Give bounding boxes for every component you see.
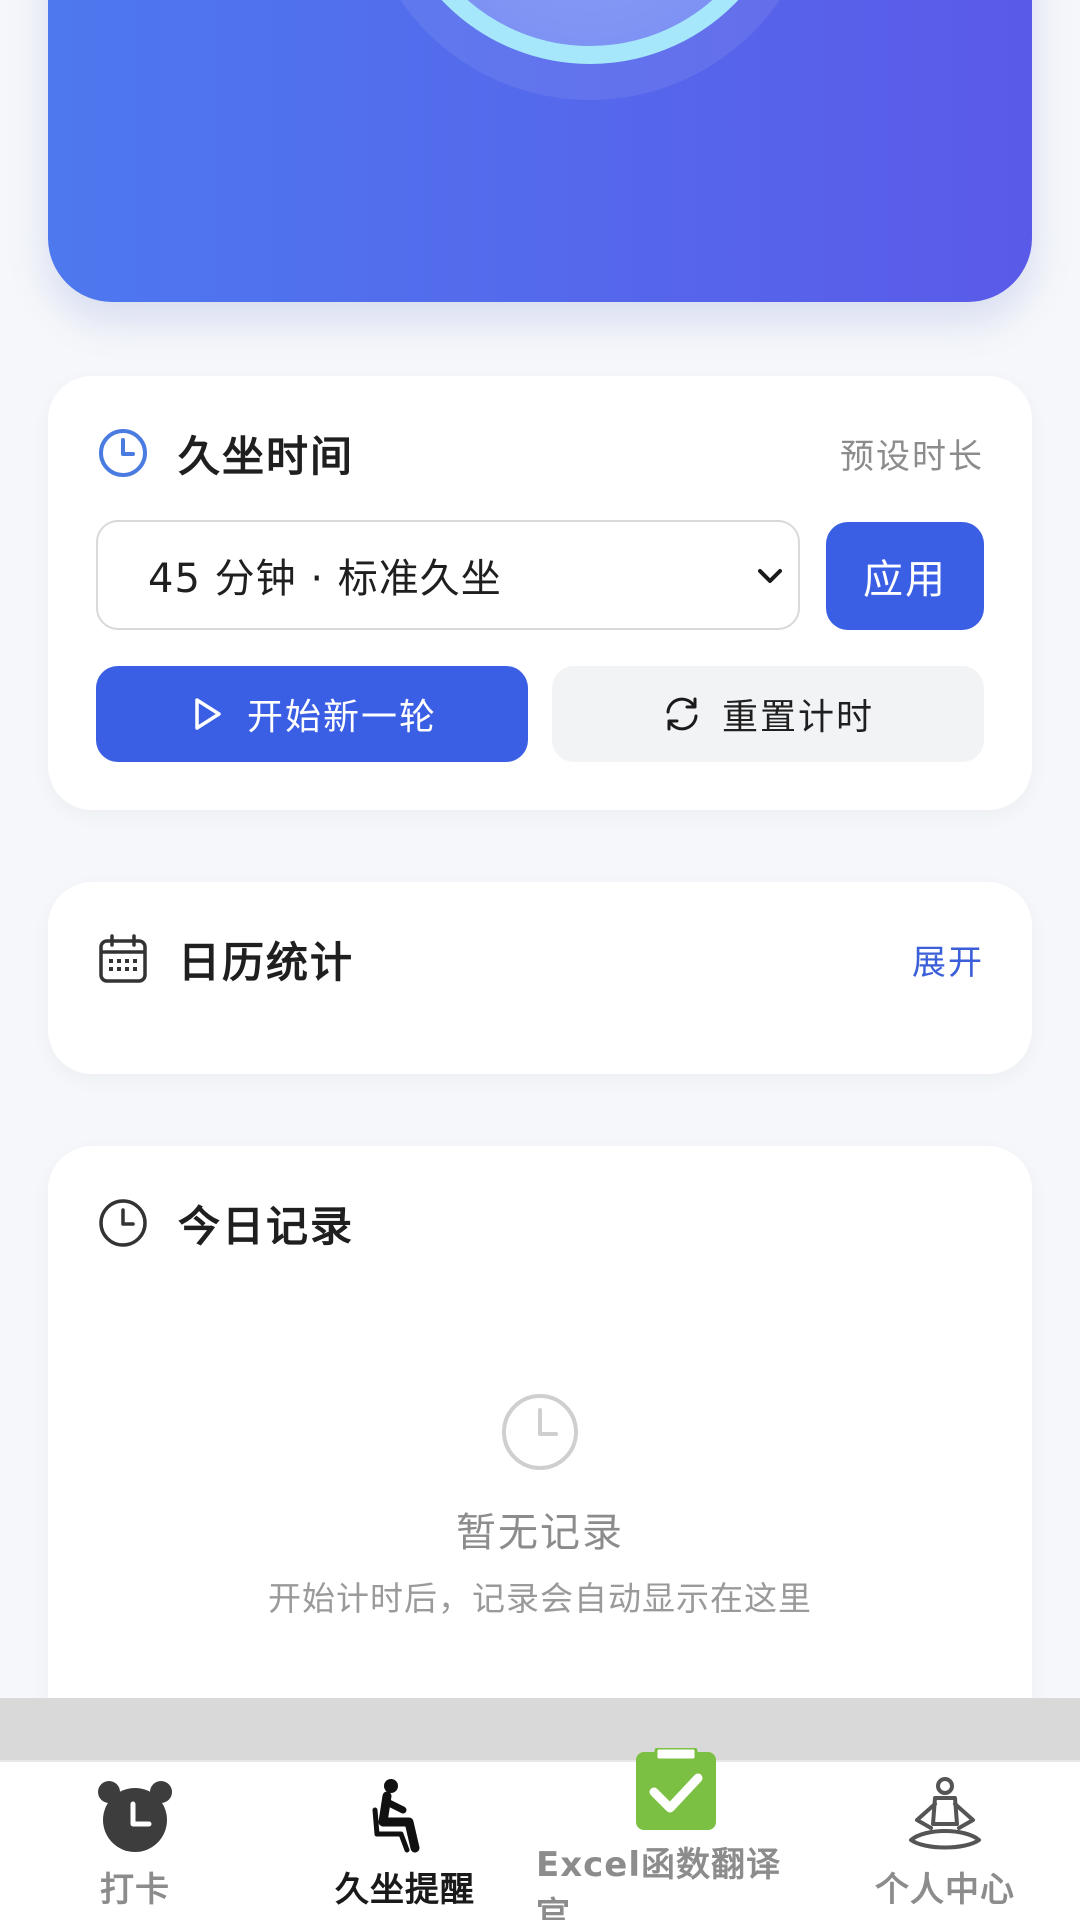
timer-hero: [48, 0, 1032, 302]
duration-select[interactable]: 45 分钟 · 标准久坐: [96, 520, 800, 630]
tab-sitting-reminder[interactable]: 久坐提醒: [300, 1762, 510, 1920]
calendar-stats-header: 日历统计 展开: [96, 932, 984, 987]
tab-profile[interactable]: 个人中心: [860, 1762, 1030, 1920]
today-records-card: 今日记录 暂无记录 开始计时后，记录会自动显示在这里: [48, 1146, 1032, 1746]
tab-sitting-reminder-label: 久坐提醒: [335, 1870, 475, 1910]
clipboard-check-icon: [636, 1748, 716, 1830]
sitting-time-card: 久坐时间 预设时长 45 分钟 · 标准久坐 应用 开始新一轮 重置计时: [48, 376, 1032, 810]
today-records-title: 今日记录: [178, 1201, 355, 1251]
tab-profile-label: 个人中心: [875, 1870, 1015, 1910]
reset-timer-button[interactable]: 重置计时: [552, 666, 984, 762]
bottom-tab-bar: 打卡 久坐提醒 Excel函数翻译官 个人中心: [0, 1748, 1080, 1920]
calendar-stats-title: 日历统计: [178, 937, 355, 987]
apply-button[interactable]: 应用: [826, 522, 984, 630]
sitting-time-header: 久坐时间 预设时长: [96, 426, 984, 481]
chevron-down-icon: [758, 569, 782, 583]
tab-excel-translator[interactable]: Excel函数翻译官: [536, 1748, 816, 1920]
preset-duration-label: 预设时长: [840, 436, 984, 477]
play-icon: [195, 698, 221, 730]
page: 久坐时间 预设时长 45 分钟 · 标准久坐 应用 开始新一轮 重置计时 日历统…: [0, 0, 1080, 1920]
today-records-header: 今日记录: [96, 1196, 984, 1251]
sitting-person-icon: [372, 1779, 420, 1853]
refresh-icon: [666, 697, 698, 731]
timer-actions: 开始新一轮 重置计时: [96, 666, 984, 762]
sitting-time-title: 久坐时间: [178, 431, 355, 481]
meditation-icon: [909, 1777, 981, 1850]
tab-checkin-label: 打卡: [100, 1870, 170, 1910]
duration-select-value: 45 分钟 · 标准久坐: [148, 556, 502, 602]
clock-icon: [99, 1199, 147, 1247]
calendar-icon: [99, 934, 147, 983]
start-new-round-label: 开始新一轮: [246, 697, 437, 738]
empty-subtitle: 开始计时后，记录会自动显示在这里: [268, 1579, 812, 1618]
empty-title: 暂无记录: [456, 1510, 624, 1556]
alarm-clock-icon: [98, 1781, 172, 1852]
empty-state: 暂无记录 开始计时后，记录会自动显示在这里: [48, 1392, 1032, 1620]
overlay-band: [0, 1698, 1080, 1760]
tab-excel-translator-label: Excel函数翻译官: [536, 1845, 782, 1920]
expand-link[interactable]: 展开: [912, 935, 984, 984]
empty-clock-icon: [502, 1394, 578, 1470]
tab-checkin[interactable]: 打卡: [60, 1762, 210, 1920]
clock-icon: [99, 429, 147, 477]
calendar-stats-card: 日历统计 展开: [48, 882, 1032, 1074]
reset-timer-label: 重置计时: [721, 697, 874, 738]
start-new-round-button[interactable]: 开始新一轮: [96, 666, 528, 762]
